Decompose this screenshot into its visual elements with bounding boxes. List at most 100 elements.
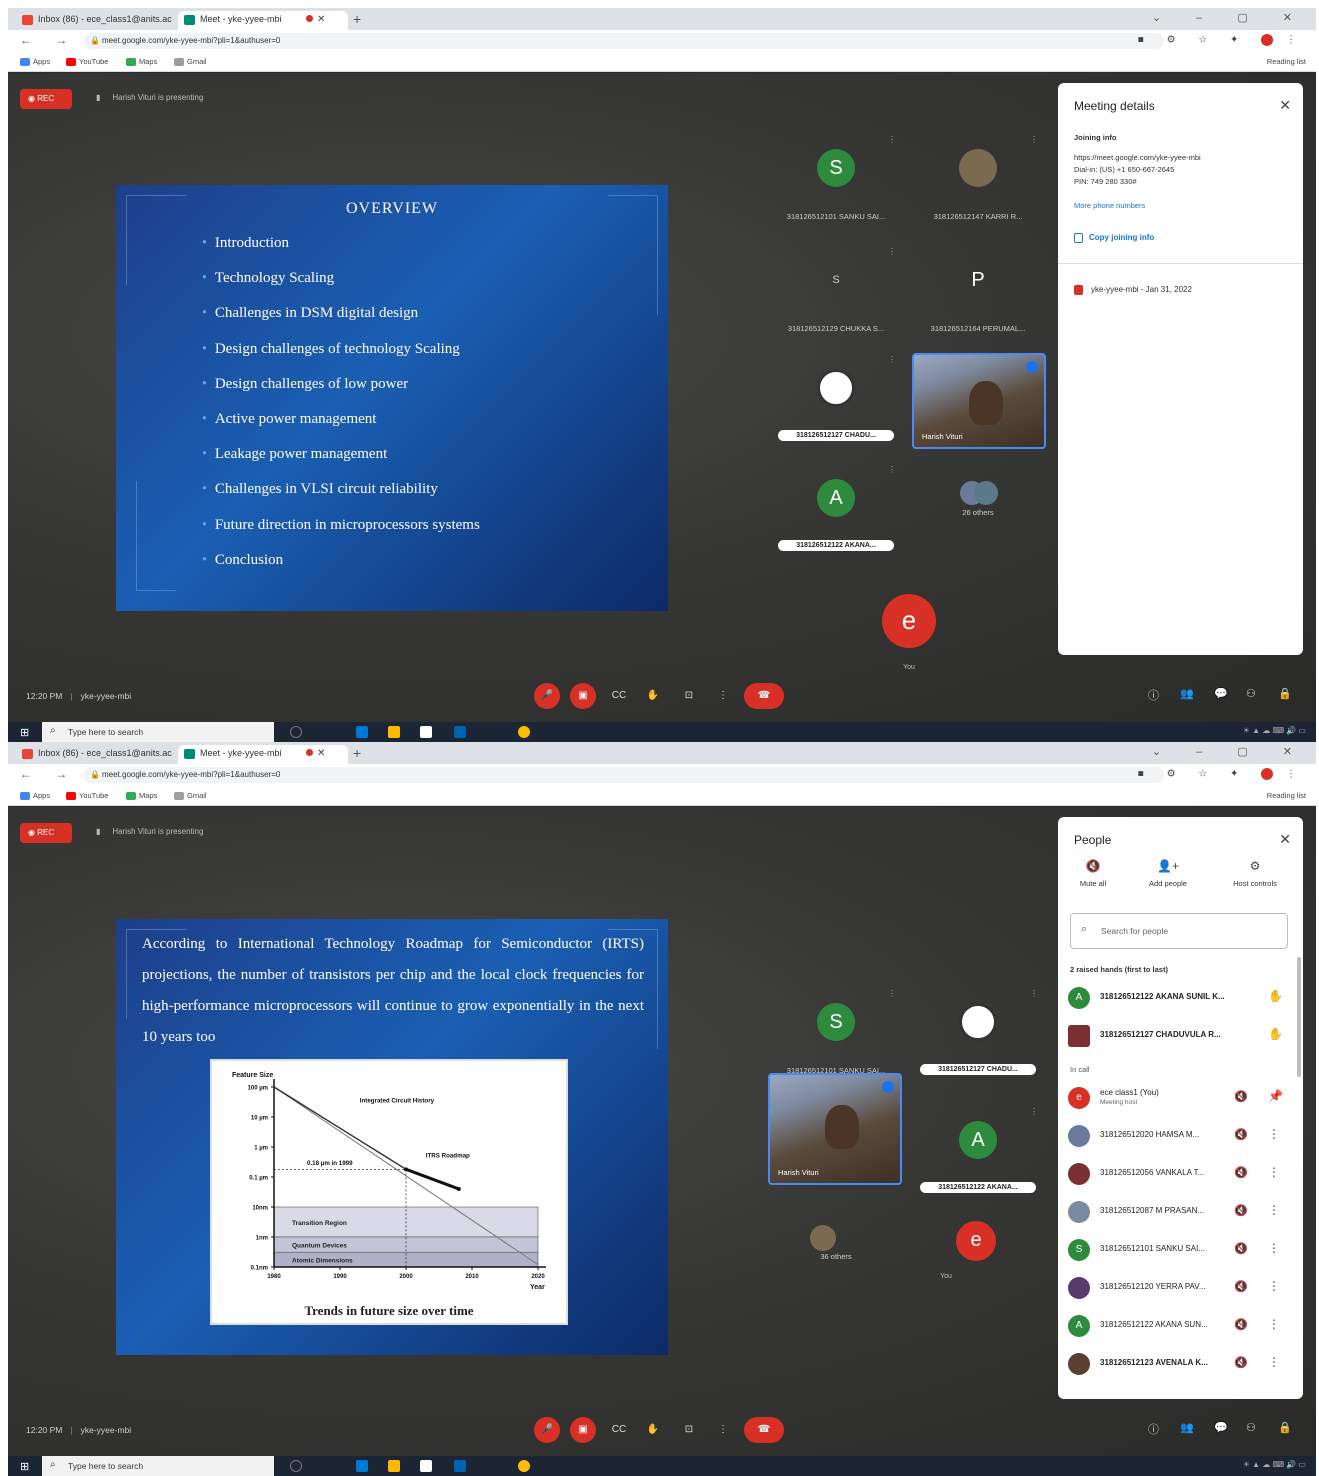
- search-people-input[interactable]: ⌕ Search for people: [1070, 913, 1288, 949]
- calendar-event[interactable]: yke-yyee-mbi - Jan 31, 2022: [1074, 285, 1192, 295]
- more-icon[interactable]: ⋮: [1268, 1279, 1280, 1293]
- camera-off-button[interactable]: ▣: [570, 1417, 596, 1443]
- participant-row[interactable]: 318126512087 M PRASAN... 🔇 ⋮: [1068, 1197, 1294, 1227]
- raised-hand-icon[interactable]: ✋: [1268, 989, 1283, 1003]
- participant-tile[interactable]: ⋮ 318126512127 CHADU...: [770, 351, 902, 447]
- camera-off-button[interactable]: ▣: [570, 683, 596, 709]
- people-icon[interactable]: 👥: [1180, 687, 1194, 700]
- taskbar-search[interactable]: ⌕ Type here to search: [42, 1456, 274, 1476]
- more-icon[interactable]: ⋮: [1268, 1203, 1280, 1217]
- more-icon[interactable]: ⋮: [1268, 1127, 1280, 1141]
- bookmark-youtube[interactable]: YouTube: [66, 57, 108, 67]
- participant-tile[interactable]: ⋮ A 318126512122 AKANA...: [770, 461, 902, 557]
- info-icon[interactable]: ⓘ: [1148, 687, 1159, 703]
- store-icon[interactable]: [420, 1460, 432, 1472]
- host-controls-button[interactable]: ⚙ Host controls: [1220, 859, 1290, 888]
- cortana-icon[interactable]: [290, 1460, 302, 1472]
- cortana-icon[interactable]: [290, 726, 302, 738]
- raise-hand-button[interactable]: ✋: [640, 683, 666, 709]
- chrome-icon[interactable]: [518, 726, 530, 738]
- tab-gmail[interactable]: Inbox (86) - ece_class1@anits.ac: [16, 745, 176, 764]
- windows-start-icon[interactable]: ⊞: [20, 726, 29, 739]
- present-button[interactable]: ⊡: [676, 683, 702, 709]
- new-tab-icon[interactable]: +: [353, 11, 361, 27]
- others-tile[interactable]: 36 others: [770, 1211, 902, 1307]
- bookmark-apps[interactable]: Apps: [20, 57, 50, 67]
- activities-icon[interactable]: ⚇: [1246, 687, 1256, 700]
- close-tab-icon[interactable]: ✕: [317, 748, 325, 759]
- windows-start-icon[interactable]: ⊞: [20, 1460, 29, 1473]
- bookmark-gmail[interactable]: Gmail: [174, 57, 207, 67]
- present-button[interactable]: ⊡: [676, 1417, 702, 1443]
- mic-off-button[interactable]: 🎤: [534, 1417, 560, 1443]
- participant-row[interactable]: S 318126512101 SANKU SAI... 🔇 ⋮: [1068, 1235, 1294, 1265]
- participant-tile[interactable]: ⋮ S 318126512129 CHUKKA S...: [770, 243, 902, 339]
- mute-all-button[interactable]: 🔇 Mute all: [1058, 859, 1128, 888]
- close-icon[interactable]: ✕: [1279, 831, 1291, 848]
- participant-tile[interactable]: ⋮ S 318126512101 SANKU SAI...: [770, 985, 902, 1081]
- taskbar-search[interactable]: ⌕ Type here to search: [42, 722, 274, 742]
- profile-avatar[interactable]: [1261, 768, 1274, 780]
- people-icon[interactable]: 👥: [1180, 1421, 1194, 1434]
- participant-tile[interactable]: ⋮ A 318126512122 AKANA...: [912, 1103, 1044, 1199]
- more-phone-numbers-link[interactable]: More phone numbers: [1074, 201, 1145, 210]
- more-icon[interactable]: ⋮: [1268, 1165, 1280, 1179]
- add-people-button[interactable]: 👤+ Add people: [1133, 859, 1203, 888]
- bookmark-youtube[interactable]: YouTube: [66, 791, 108, 801]
- reading-list[interactable]: Reading list: [1267, 791, 1306, 800]
- participant-row[interactable]: 318126512056 VANKALA T... 🔇 ⋮: [1068, 1159, 1294, 1189]
- toolbar-icons[interactable]: ■ ⚙ ☆ ✦ ⋮: [1138, 34, 1306, 46]
- profile-avatar[interactable]: [1261, 34, 1274, 46]
- mic-off-button[interactable]: 🎤: [534, 683, 560, 709]
- more-icon[interactable]: ⋮: [1268, 1241, 1280, 1255]
- more-icon[interactable]: ⋮: [1030, 1107, 1038, 1116]
- meeting-link[interactable]: https://meet.google.com/yke-yyee-mbi: [1074, 153, 1201, 162]
- url-field[interactable]: 🔒 meet.google.com/yke-yyee-mbi?pli=1&aut…: [84, 33, 1164, 49]
- system-tray[interactable]: ☀ ▲ ☁ ⌨ 🔊 ▭: [1243, 726, 1306, 735]
- leave-call-button[interactable]: ☎: [744, 1417, 784, 1443]
- chat-icon[interactable]: 💬: [1214, 1421, 1228, 1434]
- file-explorer-icon[interactable]: [388, 726, 400, 738]
- close-icon[interactable]: ✕: [1279, 97, 1291, 114]
- more-icon[interactable]: ⋮: [888, 465, 896, 474]
- bookmark-apps[interactable]: Apps: [20, 791, 50, 801]
- participant-tile[interactable]: ⋮ S 318126512101 SANKU SAI...: [770, 131, 902, 227]
- raise-hand-button[interactable]: ✋: [640, 1417, 666, 1443]
- url-field[interactable]: 🔒 meet.google.com/yke-yyee-mbi?pli=1&aut…: [84, 767, 1164, 783]
- tab-meet[interactable]: Meet - yke-yyee-mbi ✕: [178, 745, 348, 764]
- tab-gmail[interactable]: Inbox (86) - ece_class1@anits.ac: [16, 11, 176, 30]
- more-icon[interactable]: ⋮: [888, 247, 896, 256]
- participant-row[interactable]: 318126512020 HAMSA M... 🔇 ⋮: [1068, 1121, 1294, 1151]
- others-tile[interactable]: 26 others: [912, 461, 1044, 557]
- bookmark-gmail[interactable]: Gmail: [174, 791, 207, 801]
- bookmark-maps[interactable]: Maps: [126, 57, 157, 67]
- raised-hand-icon[interactable]: ✋: [1268, 1027, 1283, 1041]
- activities-icon[interactable]: ⚇: [1246, 1421, 1256, 1434]
- more-icon[interactable]: ⋮: [1268, 1355, 1280, 1369]
- store-icon[interactable]: [420, 726, 432, 738]
- raised-hand-row[interactable]: 318126512127 CHADUVULA R... ✋: [1068, 1021, 1294, 1051]
- edge-icon[interactable]: [356, 726, 368, 738]
- panel-scrollbar[interactable]: [1297, 957, 1301, 1077]
- more-icon[interactable]: ⋮: [888, 135, 896, 144]
- more-icon[interactable]: ⋮: [1030, 135, 1038, 144]
- close-tab-icon[interactable]: ✕: [317, 14, 325, 25]
- bookmark-maps[interactable]: Maps: [126, 791, 157, 801]
- mail-icon[interactable]: [454, 726, 466, 738]
- participant-tile[interactable]: ⋮ 318126512127 CHADU...: [912, 985, 1044, 1081]
- window-controls[interactable]: ⌄ – ▢ ✕: [1152, 745, 1308, 758]
- edge-icon[interactable]: [356, 1460, 368, 1472]
- window-controls[interactable]: ⌄ – ▢ ✕: [1152, 11, 1308, 24]
- reading-list[interactable]: Reading list: [1267, 57, 1306, 66]
- participant-row[interactable]: 318126512120 YERRA PAV... 🔇 ⋮: [1068, 1273, 1294, 1303]
- chrome-icon[interactable]: [518, 1460, 530, 1472]
- more-icon[interactable]: ⋮: [1268, 1317, 1280, 1331]
- pin-icon[interactable]: 📌: [1268, 1089, 1283, 1103]
- participant-row[interactable]: e ece class1 (You) Meeting host 🔇 📌: [1068, 1083, 1294, 1113]
- tab-meet[interactable]: Meet - yke-yyee-mbi ✕: [178, 11, 348, 30]
- lock-icon[interactable]: 🔒: [1278, 1421, 1292, 1434]
- raised-hand-row[interactable]: A 318126512122 AKANA SUNIL K... ✋: [1068, 983, 1294, 1013]
- participant-tile[interactable]: P 318126512164 PERUMAL...: [912, 243, 1044, 339]
- leave-call-button[interactable]: ☎: [744, 683, 784, 709]
- lock-icon[interactable]: 🔒: [1278, 687, 1292, 700]
